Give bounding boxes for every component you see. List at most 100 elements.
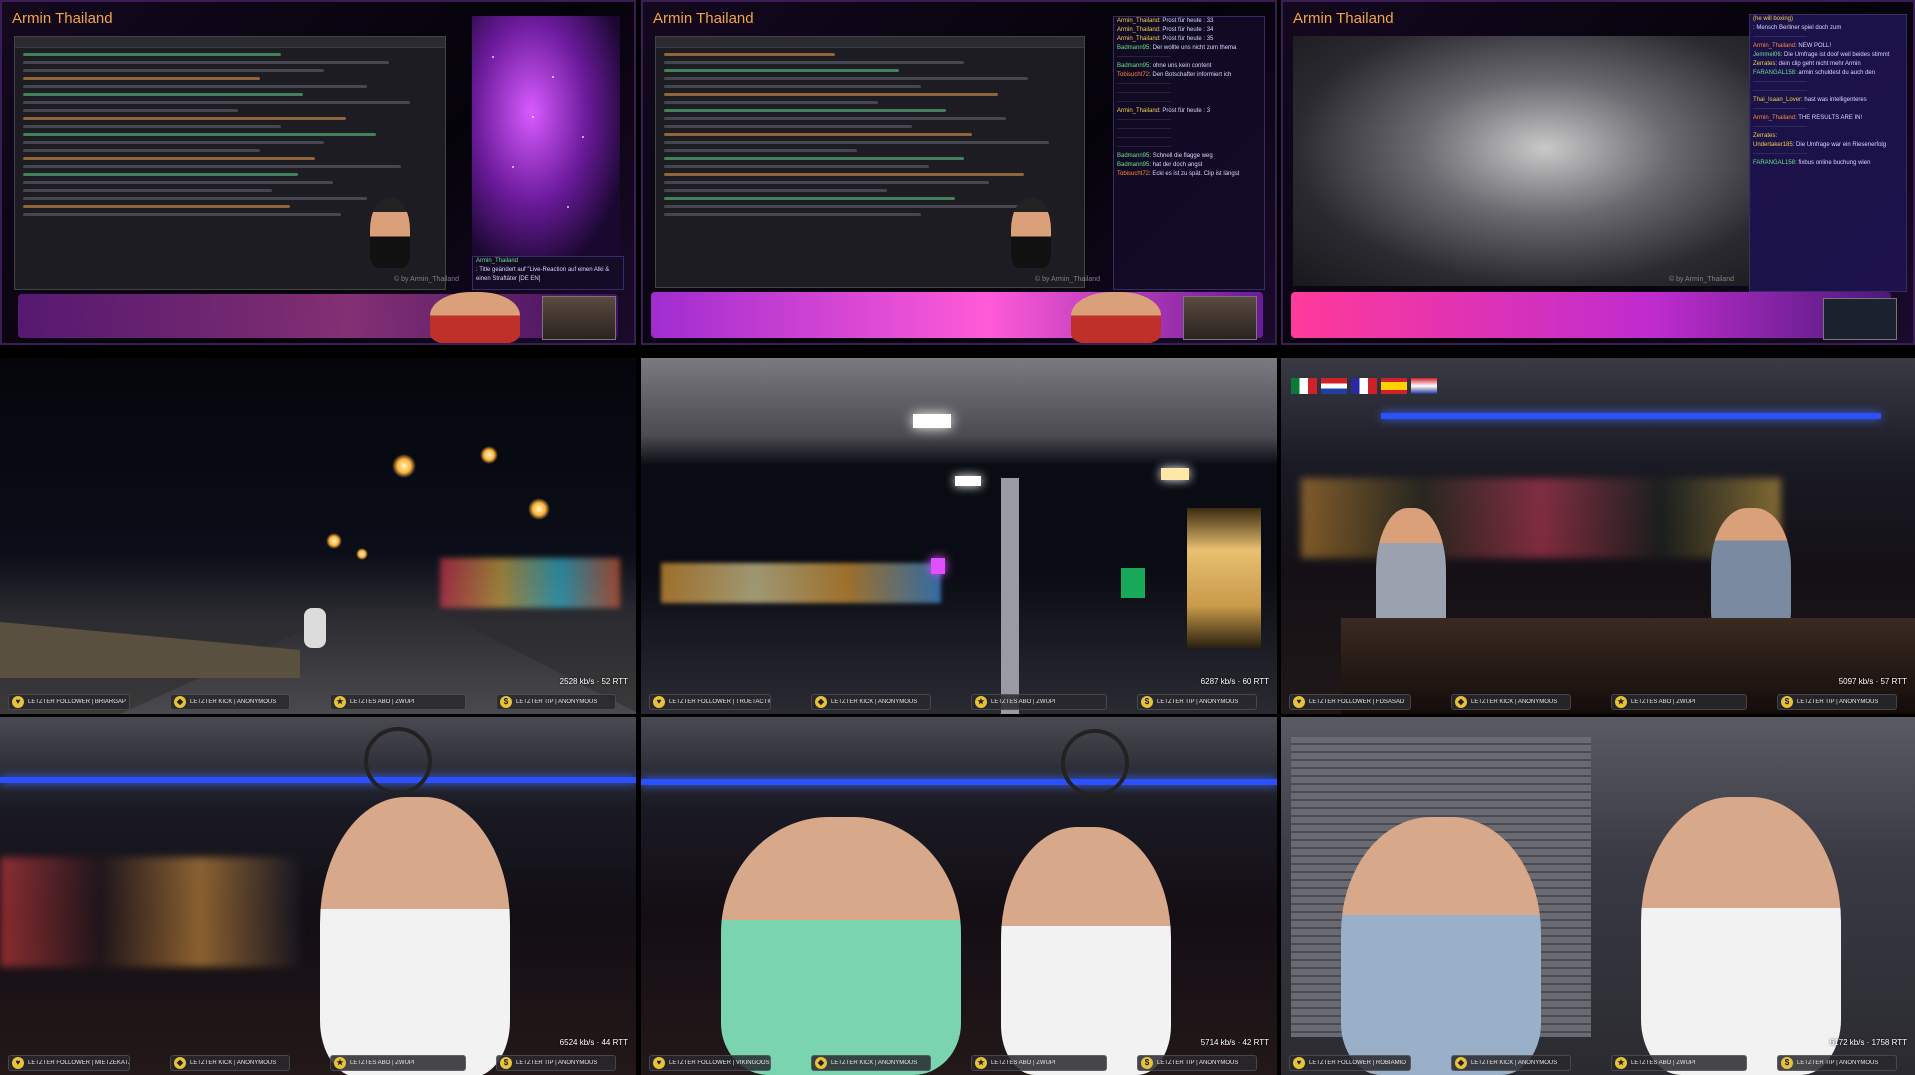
kick-icon: ◆ (1455, 1057, 1467, 1069)
last-kick-chip: ◆ LETZTER KICK | ANONYMOUS (170, 694, 290, 710)
dollar-icon: $ (500, 1057, 512, 1069)
shop-lights (440, 558, 620, 608)
cam-feed-3: 5097 kb/s · 57 RTT ♥ LETZTER FOLLOWER | F… (1281, 358, 1915, 714)
last-tip-chip: $ LETZTER TIP | ANONYMOUS (1777, 694, 1897, 710)
streamer-cam (1071, 292, 1161, 343)
stream-screen-2: Armin Thailand Armin_Thailand: Prost für… (641, 0, 1277, 345)
bitrate-readout: 6172 kb/s · 1758 RTT (1829, 1038, 1907, 1047)
ceiling-fan (1061, 729, 1129, 797)
dollar-icon: $ (1781, 696, 1793, 708)
ceiling-light (955, 476, 981, 486)
chat-alert: Armin_Thailand : Title geändert auf "Liv… (472, 256, 624, 290)
star-icon: ★ (1615, 1057, 1627, 1069)
last-follower-chip: ♥ LETZTER FOLLOWER | FDSASAD (1289, 694, 1411, 710)
last-kick-chip: ◆ LETZTER KICK | ANONYMOUS (811, 694, 931, 710)
star-icon: ★ (334, 1057, 346, 1069)
dollar-icon: $ (1781, 1057, 1793, 1069)
overlay-band (1291, 292, 1891, 338)
last-kick-chip: ◆ LETZTER KICK | ANONYMOUS (1451, 694, 1571, 710)
heart-icon: ♥ (12, 1057, 24, 1069)
stream-screen-3: Armin Thailand (he will boxing) : Mensch… (1281, 0, 1915, 345)
watermark: © by Armin_Thailand (394, 276, 460, 283)
chat-panel: Armin_Thailand: Prost für heute : 33 Arm… (1113, 16, 1265, 290)
star-icon: ★ (334, 696, 346, 708)
market-lights (661, 563, 941, 603)
ceiling-light (1161, 468, 1189, 480)
cam-feed-2: 6287 kb/s · 60 RTT ♥ LETZTER FOLLOWER | T… (641, 358, 1277, 714)
last-abo-chip: ★ LETZTES ABO | ZWUPI (971, 1055, 1107, 1071)
pink-light (931, 558, 945, 574)
tophat-figure (1011, 198, 1051, 268)
ceiling-fan (364, 727, 432, 795)
last-tip-chip: $ LETZTER TIP | ANONYMOUS (496, 694, 616, 710)
stats-overlay: ♥ LETZTER FOLLOWER | VIKINGOOS ◆ LETZTER K… (641, 1055, 1277, 1073)
star-icon: ★ (1615, 696, 1627, 708)
ceiling-light (913, 414, 951, 428)
galaxy-panel (472, 16, 620, 256)
dollar-icon: $ (500, 696, 512, 708)
kick-icon: ◆ (174, 696, 186, 708)
heart-icon: ♥ (1293, 696, 1305, 708)
cam-thumbnail (1183, 296, 1257, 340)
pillar (1001, 478, 1019, 714)
flag-row (1291, 378, 1437, 394)
kick-icon: ◆ (1455, 696, 1467, 708)
last-follower-chip: ♥LETZTER FOLLOWER | MIETZEKATZENBANDE (8, 1055, 130, 1071)
last-follower-chip: ♥ LETZTER FOLLOWER | BRIARGAP (8, 694, 130, 710)
watermark: © by Armin_Thailand (1035, 276, 1101, 283)
last-tip-chip: $ LETZTER TIP | ANONYMOUS (1137, 694, 1257, 710)
overlay-band (651, 292, 1263, 338)
heart-icon: ♥ (653, 696, 665, 708)
man-in-blue-shirt (1341, 817, 1541, 1075)
cam-feed-6: 6172 kb/s · 1758 RTT ♥ LETZTER FOLLOWER |… (1281, 717, 1915, 1075)
last-abo-chip: ★ LETZTES ABO | ZWUPI (1611, 1055, 1747, 1071)
stats-overlay: ♥ LETZTER FOLLOWER | BRIARGAP ◆ LETZTER KI… (0, 694, 636, 712)
cam-feed-4: 6524 kb/s · 44 RTT ♥ LETZTER FOLLOWER | M… (0, 717, 636, 1075)
kick-icon: ◆ (815, 696, 827, 708)
stream-screen-1: Armin Thailand Armin_Thailand : Title ge… (0, 0, 636, 345)
last-abo-chip: ★ LETZTES ABO | ZWUPI (330, 1055, 466, 1071)
stats-overlay: ♥ LETZTER FOLLOWER | FDSASAD ◆ LETZTER KIC… (1281, 694, 1915, 712)
cam-thumbnail (1823, 298, 1897, 340)
last-follower-chip: ♥ LETZTER FOLLOWER | ROBIAMIO (1289, 1055, 1411, 1071)
stats-overlay: ♥LETZTER FOLLOWER | TRUETACTICIAN ◆LETZT… (641, 694, 1277, 712)
dollar-icon: $ (1141, 1057, 1153, 1069)
last-kick-chip: ◆ LETZTER KICK | ANONYMOUS (1451, 1055, 1571, 1071)
cam-feed-1: 2528 kb/s · 52 RTT ♥ LETZTER FOLLOWER | B… (0, 358, 636, 714)
neon-strip (641, 779, 1277, 785)
bitrate-readout: 6287 kb/s · 60 RTT (1200, 677, 1269, 686)
last-follower-chip: ♥ LETZTER FOLLOWER | VIKINGOOS (649, 1055, 771, 1071)
cam-thumbnail (542, 296, 616, 340)
stream-title: Armin Thailand (653, 10, 754, 27)
last-kick-chip: ◆ LETZTER KICK | ANONYMOUS (170, 1055, 290, 1071)
bitrate-readout: 5097 kb/s · 57 RTT (1838, 677, 1907, 686)
bitrate-readout: 6524 kb/s · 44 RTT (559, 1038, 628, 1047)
blurred-video (1293, 36, 1751, 286)
last-follower-chip: ♥LETZTER FOLLOWER | TRUETACTICIAN (649, 694, 771, 710)
neon-strip (0, 777, 636, 783)
last-tip-chip: $ LETZTER TIP | ANONYMOUS (1137, 1055, 1257, 1071)
last-kick-chip: ◆ LETZTER KICK | ANONYMOUS (811, 1055, 931, 1071)
last-abo-chip: ★ LETZTES ABO | ZWUPI (330, 694, 466, 710)
street-scene (1301, 478, 1781, 558)
star-icon: ★ (975, 696, 987, 708)
streamer-cam (430, 292, 520, 343)
last-tip-chip: $ LETZTER TIP | ANONYMOUS (1777, 1055, 1897, 1071)
man-in-green-shirt (721, 817, 961, 1075)
scooter (304, 608, 326, 648)
kick-icon: ◆ (174, 1057, 186, 1069)
stats-overlay: ♥LETZTER FOLLOWER | MIETZEKATZENBANDE ◆L… (0, 1055, 636, 1073)
kick-icon: ◆ (815, 1057, 827, 1069)
green-sign (1121, 568, 1145, 598)
bar-scene (0, 857, 300, 967)
heart-icon: ♥ (1293, 1057, 1305, 1069)
ad-sign (1187, 508, 1261, 648)
bitrate-readout: 2528 kb/s · 52 RTT (559, 677, 628, 686)
chat-panel: (he will boxing) : Mensch Berliner spiel… (1749, 14, 1907, 292)
last-abo-chip: ★ LETZTES ABO | ZWUPI (971, 694, 1107, 710)
last-abo-chip: ★ LETZTES ABO | ZWUPI (1611, 694, 1747, 710)
star-icon: ★ (975, 1057, 987, 1069)
heart-icon: ♥ (12, 696, 24, 708)
heart-icon: ♥ (653, 1057, 665, 1069)
bitrate-readout: 5714 kb/s · 42 RTT (1200, 1038, 1269, 1047)
